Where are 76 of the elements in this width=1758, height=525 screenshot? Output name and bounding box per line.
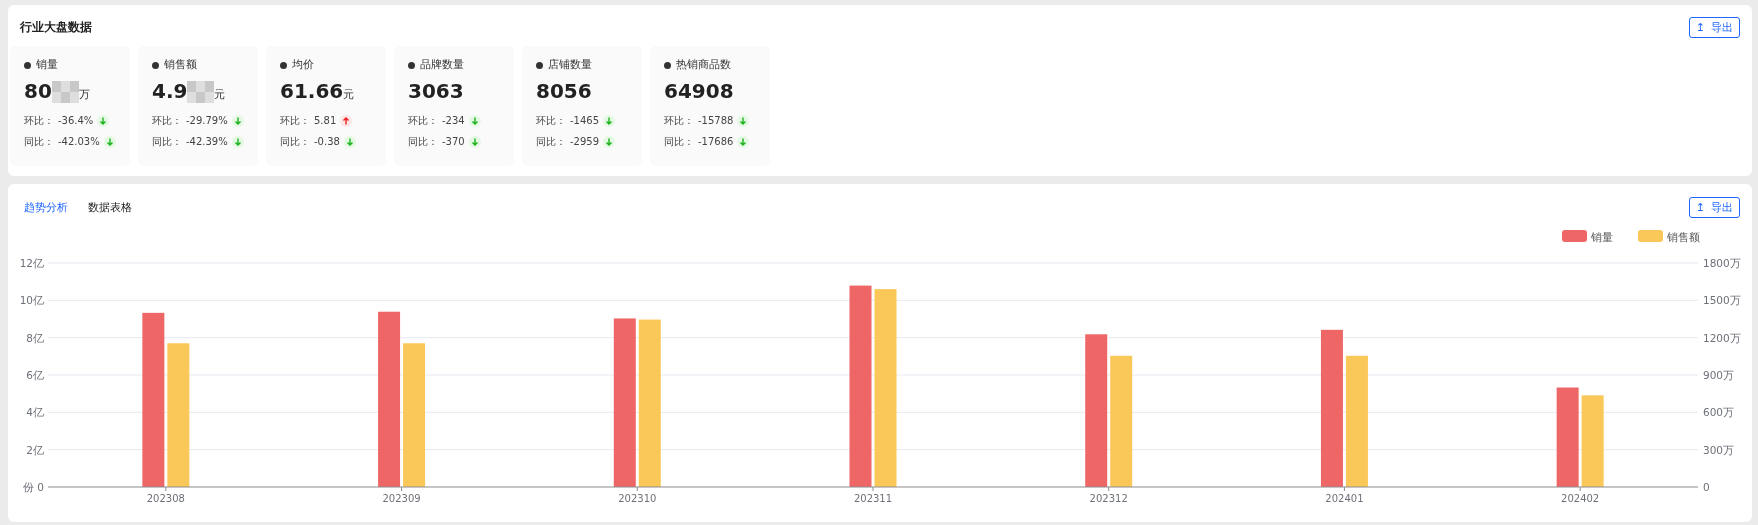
- legend-swatch[interactable]: [1638, 230, 1663, 242]
- legend-label: 销量: [1591, 231, 1613, 244]
- axis-label: 202312: [1089, 493, 1128, 504]
- axis-label: 202310: [618, 493, 657, 504]
- compare-value: -42.03%: [58, 136, 100, 147]
- bullet-icon: [664, 61, 671, 69]
- axis-label: 6亿: [26, 369, 44, 381]
- axis-label: 1500万: [1703, 294, 1741, 307]
- compare-label: 同比：: [24, 134, 54, 149]
- compare-label: 同比：: [152, 134, 182, 149]
- axis-title: 份: [23, 481, 34, 493]
- compare-label: 环比：: [152, 113, 182, 128]
- compare-label: 环比：: [24, 113, 54, 128]
- bullet-icon: [24, 61, 31, 69]
- axis-label: 12亿: [19, 257, 44, 269]
- compare-value: -1465: [570, 115, 600, 126]
- compare-label: 环比：: [280, 113, 310, 128]
- compare-value: -2959: [570, 136, 600, 147]
- metric-unit: 万: [78, 87, 90, 102]
- metric-name: 品牌数量: [420, 58, 464, 72]
- axis-label: 202401: [1325, 493, 1364, 504]
- compare-value: -17686: [698, 136, 734, 147]
- axis-label: 0: [1703, 481, 1710, 493]
- compare-value: -29.79%: [186, 115, 228, 126]
- metric-unit: 元: [343, 88, 355, 102]
- axis-label: 600万: [1703, 406, 1735, 419]
- compare-label: 同比：: [408, 134, 438, 149]
- tab[interactable]: 趋势分析: [24, 199, 68, 215]
- export-button[interactable]: ↥ 导出: [1688, 196, 1740, 218]
- compare-label: 环比：: [536, 113, 566, 128]
- metric-name: 均价: [292, 58, 314, 72]
- axis-label: 1800万: [1703, 257, 1741, 269]
- metric-value: 8056: [536, 79, 592, 103]
- export-button[interactable]: ↥ 导出: [1688, 17, 1740, 38]
- metric-name: 销售额: [164, 58, 197, 72]
- compare-value: -36.4%: [58, 115, 94, 126]
- axis-label: 202402: [1561, 493, 1600, 504]
- tab[interactable]: 数据表格: [88, 199, 132, 215]
- metric-value: 61.66: [280, 79, 344, 103]
- axis-label: 10亿: [19, 294, 44, 307]
- axis-label: 0: [37, 481, 44, 493]
- compare-value: -15788: [698, 115, 734, 126]
- compare-value: -42.39%: [186, 136, 228, 147]
- axis-label: 300万: [1703, 443, 1735, 456]
- compare-value: -234: [442, 115, 465, 126]
- bullet-icon: [280, 61, 287, 69]
- compare-value: -370: [442, 136, 465, 147]
- axis-label: 202311: [853, 493, 893, 504]
- bullet-icon: [152, 61, 159, 69]
- compare-value: -0.38: [314, 136, 340, 147]
- axis-label: 202309: [382, 493, 421, 504]
- compare-label: 环比：: [664, 113, 694, 128]
- axis-label: 1200万: [1703, 331, 1741, 344]
- metric-name: 热销商品数: [676, 58, 731, 72]
- compare-value: 5.81: [314, 115, 337, 126]
- metric-value: 4.9: [152, 79, 188, 103]
- metric-name: 销量: [36, 58, 58, 72]
- metric-value: 64908: [664, 79, 734, 103]
- bullet-icon: [408, 61, 415, 69]
- compare-label: 同比：: [664, 134, 694, 149]
- compare-label: 同比：: [280, 134, 310, 149]
- bullet-icon: [536, 61, 543, 69]
- axis-label: 4亿: [26, 406, 44, 419]
- compare-label: 环比：: [408, 113, 438, 128]
- metric-name: 店铺数量: [548, 58, 592, 72]
- panel-title: 行业大盘数据: [20, 19, 92, 36]
- metric-unit: 元: [214, 87, 226, 102]
- axis-label: 8亿: [26, 331, 44, 344]
- compare-label: 同比：: [536, 134, 566, 149]
- axis-label: 900万: [1703, 369, 1735, 381]
- legend-label: 销售额: [1667, 231, 1700, 244]
- legend-swatch[interactable]: [1562, 230, 1587, 242]
- axis-label: 2亿: [26, 443, 44, 456]
- axis-label: 202308: [146, 493, 185, 504]
- metric-value: 3063: [408, 79, 464, 103]
- metric-value: 80: [24, 79, 52, 103]
